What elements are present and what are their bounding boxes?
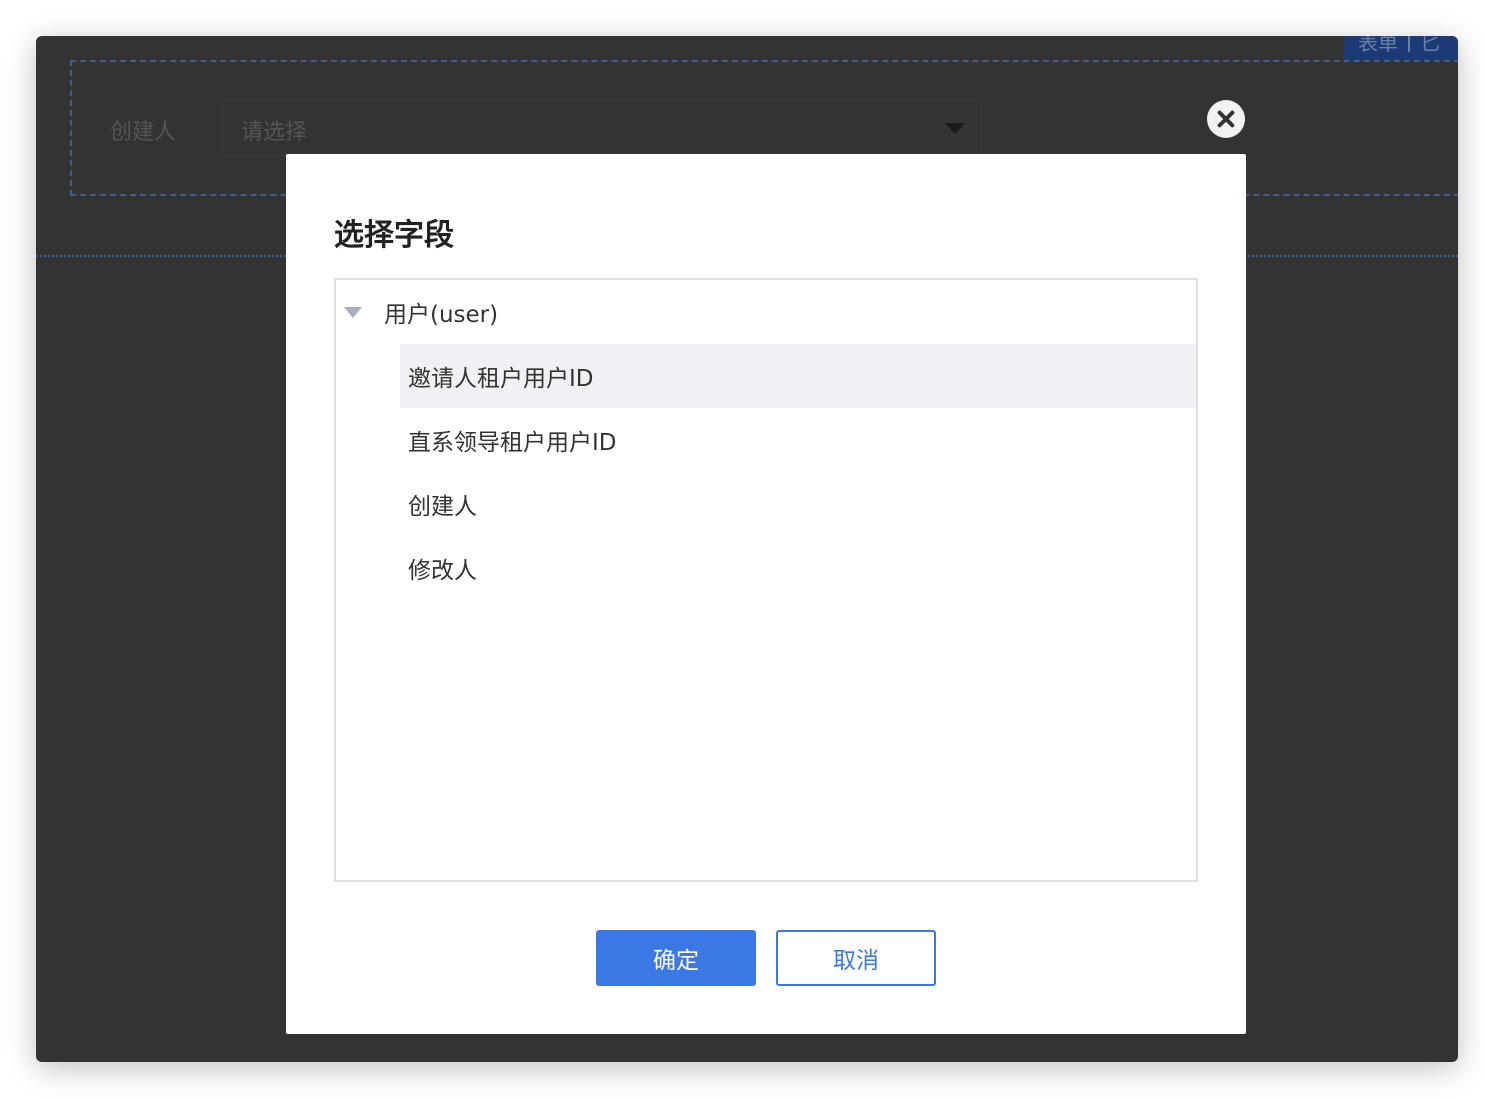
tree-children: 邀请人租户用户ID 直系领导租户用户ID 创建人 修改人 bbox=[400, 344, 1196, 600]
tree-item-creator[interactable]: 创建人 bbox=[400, 472, 1196, 536]
select-field-dialog: 选择字段 用户(user) 邀请人租户用户ID 直系领导租户用户ID 创建人 修… bbox=[286, 154, 1246, 1034]
tree-item-direct-leader-tenant-user-id[interactable]: 直系领导租户用户ID bbox=[400, 408, 1196, 472]
background-creator-label: 创建人 bbox=[110, 120, 177, 145]
dialog-title: 选择字段 bbox=[334, 218, 454, 253]
caret-down-icon[interactable] bbox=[344, 306, 362, 318]
tab-separator bbox=[1408, 36, 1410, 52]
cancel-button[interactable]: 取消 bbox=[776, 930, 936, 986]
select-placeholder: 请选择 bbox=[241, 120, 308, 145]
background-tab-other: 匕 bbox=[1420, 36, 1440, 55]
tree-item-inviter-tenant-user-id[interactable]: 邀请人租户用户ID bbox=[400, 344, 1196, 408]
background-creator-select: 请选择 bbox=[222, 100, 982, 156]
confirm-button[interactable]: 确定 bbox=[596, 930, 756, 986]
field-tree: 用户(user) 邀请人租户用户ID 直系领导租户用户ID 创建人 修改人 bbox=[334, 278, 1198, 882]
close-icon[interactable] bbox=[1207, 100, 1245, 138]
tree-node-label: 用户(user) bbox=[384, 302, 499, 328]
app-window: 表单 匕 创建人 请选择 选择字段 用户(user) 邀请人租户用户ID 直系领导… bbox=[36, 36, 1458, 1062]
background-tab-form: 表单 bbox=[1358, 36, 1398, 55]
caret-down-icon bbox=[945, 123, 965, 134]
tree-item-modifier[interactable]: 修改人 bbox=[400, 536, 1196, 600]
tree-node-user[interactable]: 用户(user) bbox=[336, 280, 1196, 344]
background-tab-strip: 表单 匕 bbox=[1344, 36, 1458, 60]
